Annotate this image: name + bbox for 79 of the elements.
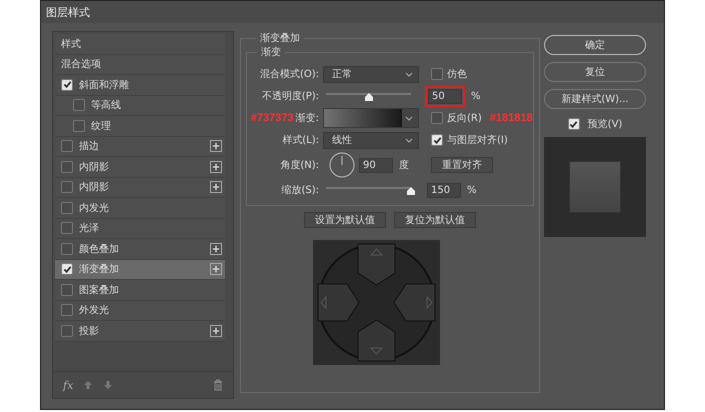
checkbox-label: 预览(V) [588,118,622,131]
checkbox[interactable] [61,140,73,152]
style-list-item[interactable]: 颜色叠加 [55,239,225,260]
dialog-button[interactable]: 复位 [544,62,646,82]
checkbox[interactable] [61,160,73,173]
unit-label: 度 [399,158,409,172]
unit-label: % [467,184,477,196]
color-annotation: #737373 [250,112,294,124]
checkbox[interactable] [568,118,580,130]
checkbox[interactable] [431,112,443,124]
color-annotation: #181818 [490,112,533,124]
checkbox[interactable] [431,68,443,80]
caret-icon [405,116,413,120]
dialog-button[interactable]: 确定 [544,35,646,55]
add-icon[interactable] [210,160,222,173]
checkbox-label: 反向(R) [447,112,482,125]
checkbox[interactable] [73,120,85,132]
checkbox[interactable] [61,78,73,91]
add-icon[interactable] [210,181,222,194]
checkbox[interactable] [61,284,73,296]
checkbox[interactable] [61,263,73,276]
add-icon[interactable] [210,324,222,337]
scale-input[interactable]: 150 [427,182,461,198]
checkbox[interactable] [61,181,73,194]
style-list-item[interactable]: 内阴影 [55,178,225,198]
style-list-item[interactable]: 渐变叠加 [55,260,225,280]
field-label: 缩放(S): [280,184,319,197]
style-list-item[interactable]: 投影 [55,321,225,342]
add-icon[interactable] [210,263,222,276]
style-list-item[interactable]: 等高线 [55,96,225,116]
style-list-item[interactable]: 混合选项 [55,54,225,75]
dialog-button[interactable]: 新建样式(W)... [544,89,646,109]
add-icon[interactable] [210,242,222,255]
angle-dial[interactable] [329,152,355,178]
section-title: 渐变叠加 [259,32,301,45]
add-icon[interactable] [210,140,222,152]
effects-menu-button[interactable]: fx [63,378,74,392]
angle-input[interactable]: 90 [359,158,393,172]
field-label: 角度(N): [279,158,319,172]
style-list-item[interactable]: 描边 [55,136,225,157]
field-label: 混合模式(O): [258,68,319,81]
caret-icon [405,72,413,76]
style-list-item[interactable]: 光泽 [55,218,225,239]
style-list-item[interactable]: 纹理 [55,116,225,136]
style-list-item[interactable]: 外发光 [55,300,225,321]
trash-icon[interactable] [213,379,223,391]
checkbox[interactable] [73,99,85,112]
move-down-icon[interactable] [103,380,114,390]
gradient-picker[interactable] [323,108,419,128]
unit-label: % [471,90,481,102]
checkbox-label: 与图层对齐(I) [447,134,508,147]
field-label: 样式(L): [281,134,319,147]
style-list-item[interactable]: 内阴影 [55,157,225,178]
blend-mode-dropdown[interactable]: 正常 [323,66,419,82]
checkbox[interactable] [61,304,73,316]
checkbox[interactable] [61,222,73,234]
field-label: 不透明度(P): [260,90,319,103]
checkbox[interactable] [61,324,73,337]
checkbox[interactable] [431,134,443,146]
style-list-item[interactable]: 样式 [55,34,225,54]
window-title: 图层样式 [46,4,90,20]
default-button[interactable]: 复位为默认值 [394,212,476,228]
caret-icon [405,138,413,142]
checkbox-label: 仿色 [447,68,467,81]
default-button[interactable]: 设置为默认值 [304,212,386,228]
reset-alignment-button[interactable]: 重置对齐 [431,157,493,173]
field-label: 渐变: [296,112,319,125]
style-list-item[interactable]: 斜面和浮雕 [55,75,225,96]
slider-thumb[interactable] [406,187,416,195]
move-up-icon[interactable] [83,380,94,390]
checkbox[interactable] [61,202,73,214]
opacity-slider[interactable] [326,91,411,101]
style-list-item[interactable]: 图案叠加 [55,280,225,300]
style-dropdown[interactable]: 线性 [323,132,419,148]
opacity-input[interactable]: 50 [428,88,462,104]
style-list-item[interactable]: 内发光 [55,198,225,218]
slider-thumb[interactable] [364,93,374,101]
checkbox[interactable] [61,242,73,255]
group-title: 渐变 [260,46,282,59]
